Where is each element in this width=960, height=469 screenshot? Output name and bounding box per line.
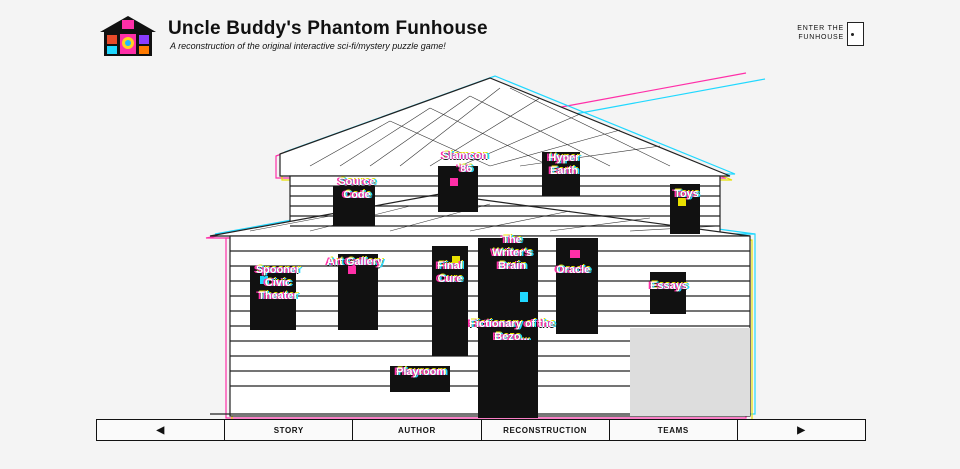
site-subtitle: A reconstruction of the original interac… — [170, 41, 446, 51]
funhouse-logo-icon[interactable] — [96, 14, 160, 58]
bottom-nav: ◀ STORY AUTHOR RECONSTRUCTION TEAMS ▶ — [96, 419, 866, 441]
room-link-theater[interactable]: Spooner Civic Theater — [250, 264, 306, 303]
room-link-slamcon[interactable]: Slamcon '86 — [440, 150, 490, 176]
nav-story[interactable]: STORY — [225, 420, 354, 440]
enter-funhouse-button[interactable]: ENTER THE FUNHOUSE — [796, 22, 864, 46]
room-link-playroom[interactable]: Playroom — [396, 366, 446, 379]
arrow-right-icon: ▶ — [797, 424, 806, 436]
nav-reconstruction[interactable]: RECONSTRUCTION — [482, 420, 610, 440]
glitch-house-illustration — [205, 72, 766, 420]
site-title: Uncle Buddy's Phantom Funhouse — [168, 18, 488, 39]
room-link-source-code[interactable]: Source Code — [332, 176, 382, 202]
room-link-writers-brain[interactable]: The Writer's Brain — [482, 234, 542, 273]
room-link-essays[interactable]: Essays — [650, 280, 688, 293]
room-link-hyper-earth[interactable]: Hyper Earth — [542, 152, 586, 178]
room-link-final-cure[interactable]: Final Cure — [430, 260, 470, 286]
nav-teams[interactable]: TEAMS — [610, 420, 738, 440]
arrow-left-icon: ◀ — [156, 424, 165, 436]
room-link-art-gallery[interactable]: Art Gallery — [320, 256, 390, 269]
room-link-toys[interactable]: Toys — [674, 188, 699, 201]
nav-author[interactable]: AUTHOR — [353, 420, 482, 440]
room-link-oracle[interactable]: Oracle — [556, 264, 590, 277]
next-button[interactable]: ▶ — [738, 420, 865, 440]
door-icon — [847, 22, 864, 46]
prev-button[interactable]: ◀ — [97, 420, 226, 440]
enter-funhouse-label: ENTER THE FUNHOUSE — [797, 25, 844, 41]
site-header: Uncle Buddy's Phantom Funhouse A reconst… — [96, 12, 864, 58]
room-link-fictionary[interactable]: Fictionary of the Bezo... — [462, 318, 562, 344]
house-map: Slamcon '86 Hyper Earth Source Code Art … — [190, 66, 770, 420]
